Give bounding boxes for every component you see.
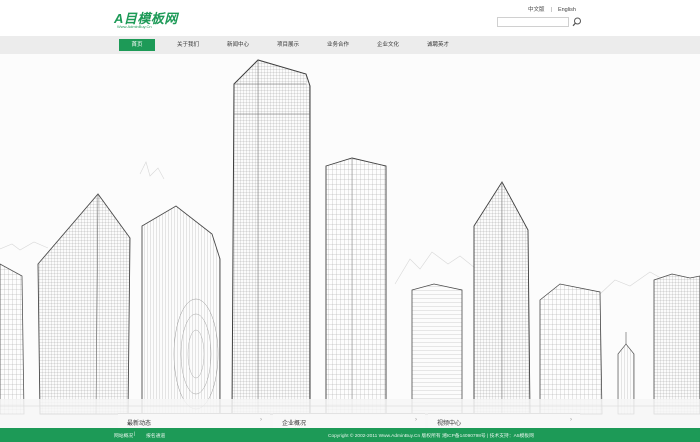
footer-copyright: Copyright © 2002-2011 Www.AdminBuy.Cn 版权… (328, 434, 534, 439)
building-tall-center (231, 59, 311, 415)
nav-item-cooperation[interactable]: 业务合作 (318, 36, 358, 54)
chevron-right-icon: › (260, 417, 262, 423)
hero-banner (0, 54, 700, 428)
building-right-block (539, 283, 603, 415)
nav-item-projects[interactable]: 项目展示 (268, 36, 308, 54)
building-far-left (0, 263, 25, 415)
quick-tab-video-center[interactable]: 视频中心 › (428, 413, 580, 428)
building-curved (141, 205, 221, 415)
logo-tagline: Www.AdminBuy.Cn (117, 24, 152, 29)
nav-item-home[interactable]: 首页 (119, 39, 155, 51)
building-mid-tower (325, 157, 387, 415)
quick-tab-latest-news[interactable]: 最新动态 › (118, 413, 270, 428)
nav-item-careers[interactable]: 诚聘英才 (418, 36, 458, 54)
main-nav: 首页 关于我们 新闻中心 项目展示 业务合作 企业文化 诚聘英才 (0, 36, 700, 54)
page: A目模板网 Www.AdminBuy.Cn 中文版 | English 首页 关于我… (0, 0, 700, 442)
building-far-right (653, 273, 700, 415)
chevron-right-icon: › (415, 417, 417, 423)
nav-item-news[interactable]: 新闻中心 (218, 36, 258, 54)
quick-tab-label: 企业概况 (282, 421, 307, 427)
lang-chinese-link[interactable]: 中文版 (528, 5, 545, 13)
building-low-block (411, 283, 463, 415)
footer-link-overview[interactable]: 网站概况 (114, 432, 133, 439)
chevron-right-icon: › (570, 417, 572, 423)
quick-tab-label: 视频中心 (437, 421, 462, 427)
language-switcher: 中文版 | English (528, 5, 576, 13)
search-input[interactable] (497, 17, 569, 27)
footer-link-signup[interactable]: 报名通道 (146, 432, 165, 439)
quick-tab-company-profile[interactable]: 企业概况 › (273, 413, 425, 428)
nav-item-culture[interactable]: 企业文化 (368, 36, 408, 54)
search-icon[interactable] (571, 16, 583, 28)
building-left-slanted (37, 193, 131, 415)
nav-item-about[interactable]: 关于我们 (168, 36, 208, 54)
footer-separator: | (134, 432, 136, 437)
search-box (497, 17, 583, 27)
logo[interactable]: A目模板网 Www.AdminBuy.Cn (114, 8, 177, 32)
lang-english-link[interactable]: English (558, 7, 576, 13)
quick-tab-label: 最新动态 (127, 421, 152, 427)
city-skyline-sketch (0, 59, 700, 428)
footer: 网站概况 | 报名通道 Copyright © 2002-2011 Www.Ad… (0, 428, 700, 442)
header: A目模板网 Www.AdminBuy.Cn 中文版 | English (0, 0, 700, 36)
lang-separator: | (550, 7, 552, 13)
